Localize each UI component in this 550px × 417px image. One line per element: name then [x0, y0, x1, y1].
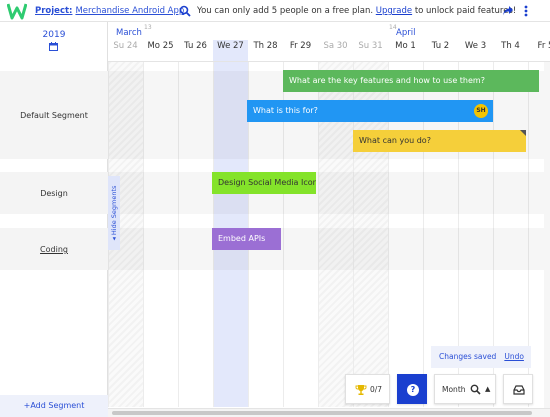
zoom-label: Month: [442, 385, 466, 394]
month-label-march: March: [116, 28, 142, 38]
search-icon[interactable]: [179, 5, 191, 17]
share-icon[interactable]: [502, 5, 514, 17]
help-button[interactable]: ?: [397, 374, 427, 404]
day-header: Mo 25: [147, 41, 174, 51]
timeline-header: 13 14 March April Su 24 Mo 25 Tu 26 We 27 Th…: [108, 22, 550, 62]
upgrade-link[interactable]: Upgrade: [376, 6, 412, 16]
help-icon: ?: [407, 384, 419, 396]
month-label-april: April: [396, 28, 416, 38]
day-header: Mo 1: [395, 41, 416, 51]
chevron-up-icon: ▲: [485, 385, 491, 393]
task-bar[interactable]: What are the key features and how to use…: [283, 70, 539, 92]
horizontal-scrollbar[interactable]: [108, 408, 550, 417]
day-header: Fr 5: [537, 41, 550, 51]
zoom-level-selector[interactable]: Month ▲: [434, 374, 496, 404]
top-bar: Project: Merchandise Android App You can …: [0, 0, 550, 22]
task-title: Design Social Media Icon: [218, 178, 316, 187]
project-link[interactable]: Project: Merchandise Android App: [35, 6, 184, 16]
toast-text: Changes saved: [439, 352, 497, 361]
corner-flag-icon: [520, 130, 526, 136]
segment-coding-label[interactable]: Coding: [0, 245, 108, 254]
day-header: Th 28: [253, 41, 278, 51]
segment-design-label[interactable]: Design: [0, 189, 108, 198]
zoom-icon: [470, 384, 481, 395]
segment-default-label[interactable]: Default Segment: [0, 111, 108, 120]
undo-link[interactable]: Undo: [504, 352, 524, 361]
segment-sidebar: 2019 Default Segment Design Coding +Add …: [0, 22, 108, 417]
task-title: What is this for?: [253, 106, 318, 115]
day-header: Tu 2: [431, 41, 450, 51]
day-header: Fr 29: [289, 41, 312, 51]
w-logo-icon[interactable]: [7, 2, 27, 20]
inbox-button[interactable]: [503, 374, 533, 404]
segment-row-coding: [108, 228, 550, 270]
add-segment-button[interactable]: +Add Segment: [0, 395, 108, 417]
project-name: Merchandise Android App: [75, 6, 185, 16]
hide-segments-toggle[interactable]: ◂ Hide Segments: [108, 176, 120, 250]
banner-text: You can only add 5 people on a free plan…: [197, 6, 374, 16]
achievement-count: 0/7: [370, 385, 383, 394]
inbox-icon: [513, 385, 525, 395]
day-header: We 3: [464, 41, 487, 51]
day-header: Sa 30: [323, 41, 348, 51]
avatar[interactable]: SH: [474, 104, 488, 118]
achievements-button[interactable]: 0/7: [345, 374, 390, 404]
task-title: What are the key features and how to use…: [289, 76, 485, 85]
year-label[interactable]: 2019: [0, 30, 108, 40]
week-number: 13: [144, 24, 152, 31]
task-bar[interactable]: Design Social Media Icon: [212, 172, 316, 194]
day-header: Su 31: [358, 41, 383, 51]
task-title: What can you do?: [359, 136, 431, 145]
task-bar[interactable]: What can you do?: [353, 130, 526, 152]
task-bar[interactable]: What is this for? SH: [247, 100, 493, 122]
hide-segments-label: Hide Segments: [110, 185, 118, 236]
scrollbar-thumb[interactable]: [112, 411, 532, 415]
day-header: Tu 26: [184, 41, 207, 51]
plan-banner: You can only add 5 people on a free plan…: [197, 6, 516, 16]
calendar-icon[interactable]: [49, 42, 58, 51]
day-header: Su 24: [113, 41, 138, 51]
project-prefix: Project:: [35, 6, 73, 16]
day-header: We 27: [213, 40, 248, 61]
more-menu-icon[interactable]: [521, 4, 531, 18]
changes-saved-toast: Changes saved Undo: [431, 346, 531, 368]
task-title: Embed APIs: [218, 234, 266, 243]
task-bar[interactable]: Embed APIs: [212, 228, 281, 250]
trophy-icon: [355, 385, 367, 395]
segment-row-design: [108, 172, 550, 214]
vertical-scrollbar[interactable]: [544, 62, 550, 408]
day-header: Th 4: [501, 41, 520, 51]
